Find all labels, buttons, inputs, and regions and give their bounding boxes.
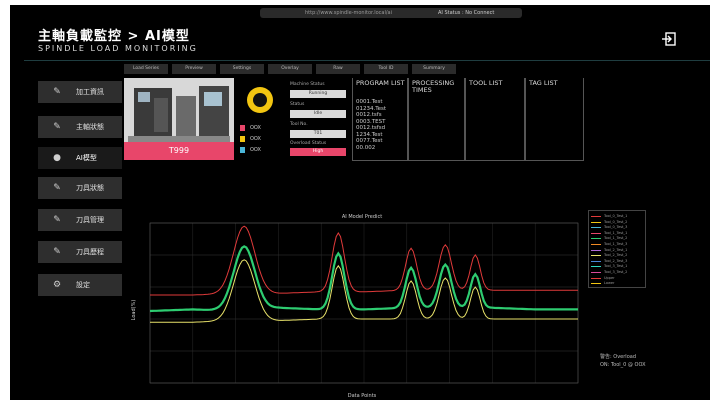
legend-line (591, 272, 601, 273)
warning-line: ON: Tool_0 @ OOX (600, 362, 646, 368)
legend-line (591, 232, 601, 234)
legend-line (591, 244, 601, 245)
legend-line (591, 249, 601, 251)
chart-legend: Tool_0_Test_1 Tool_0_Test_2 Tool_0_Test_3 T… (588, 210, 646, 288)
chart-xlabel: Data Points (348, 393, 377, 399)
legend-line (591, 266, 601, 268)
legend-line (591, 283, 601, 285)
app-window: http://www.spindle-monitor.local/ai AI S… (10, 5, 710, 400)
warning-line: 警告: Overload (600, 354, 636, 360)
chart-title: AI Model Predict (342, 214, 382, 220)
legend-line (591, 227, 601, 229)
chart-ylabel: Load(%) (131, 300, 137, 321)
legend-line (591, 255, 601, 257)
legend-line (591, 277, 601, 279)
legend-label: Lower (604, 281, 615, 286)
legend-line (591, 221, 601, 223)
legend-line (591, 260, 601, 262)
legend-line (591, 238, 601, 240)
warning-note: 警告: Overload ON: Tool_0 @ OOX (600, 353, 646, 369)
chart-grid (149, 222, 579, 384)
load-chart: AI Model Predict Data Points Load(%) (131, 214, 579, 399)
legend-line (591, 216, 601, 217)
